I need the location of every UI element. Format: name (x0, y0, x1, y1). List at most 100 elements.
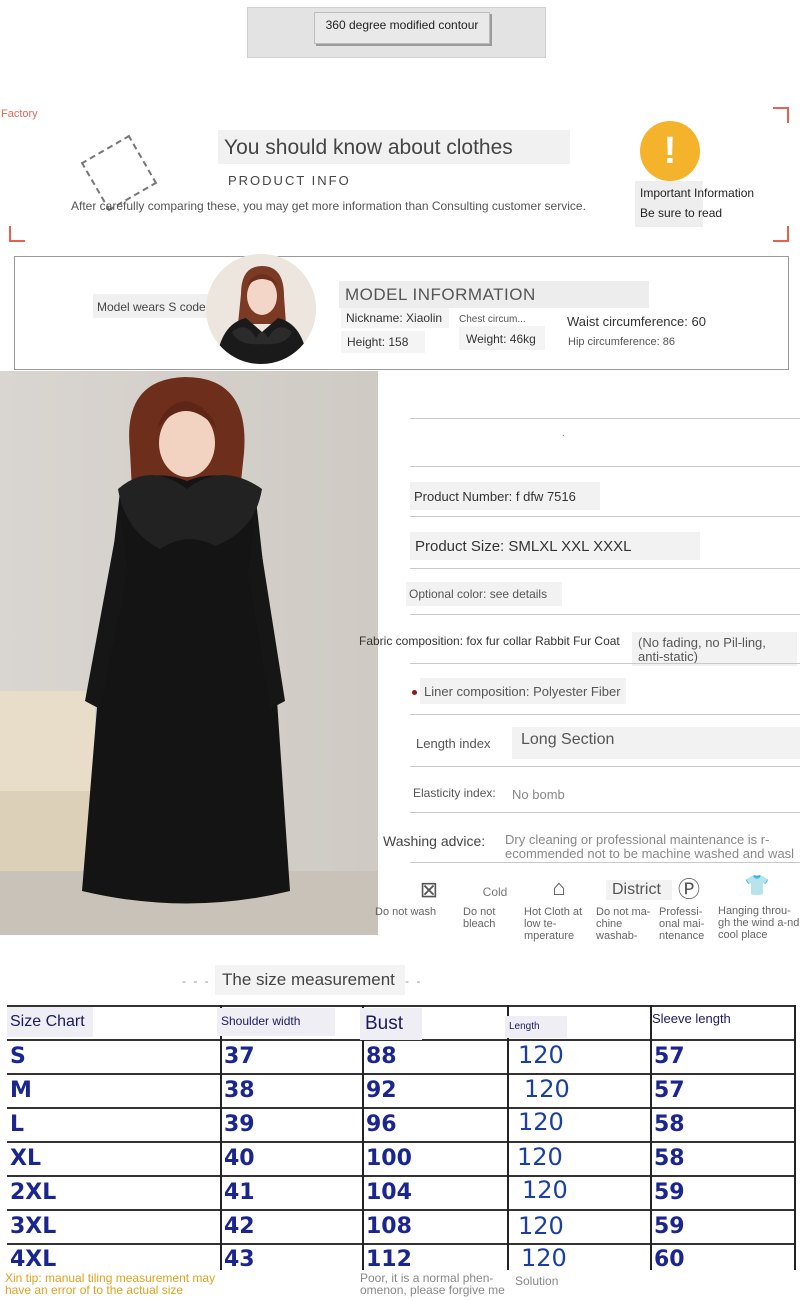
washing-advice-label: Washing advice: (383, 833, 486, 849)
table-rule (7, 1107, 795, 1109)
shoulder-cell: 40 (224, 1146, 255, 1171)
care-label: Professi-onal mai-ntenance (659, 906, 705, 942)
sleeve-cell: 58 (654, 1146, 685, 1171)
care-label: Do not wash (375, 906, 437, 918)
model-information-title: MODEL INFORMATION (345, 285, 536, 304)
sleeve-cell: 59 (654, 1180, 685, 1205)
model-chest: Chest circum... (459, 314, 526, 325)
size-cell: XL (10, 1146, 41, 1171)
sleeve-cell: 60 (654, 1247, 685, 1272)
model-wears-label: Model wears S code (97, 300, 206, 314)
solution-label: Solution (515, 1274, 559, 1288)
length-cell: 120 (518, 1041, 564, 1069)
spec-divider (410, 614, 800, 615)
product-size: Product Size: SMLXL XXL XXXL (415, 538, 632, 555)
spec-divider (410, 516, 800, 517)
size-cell: M (10, 1078, 32, 1103)
model-avatar (206, 254, 316, 364)
model-nickname: Nickname: Xiaolin (346, 311, 443, 325)
table-rule (7, 1209, 795, 1211)
shoulder-cell: 38 (224, 1078, 255, 1103)
size-cell: 4XL (10, 1247, 57, 1272)
size-chart-header: Size Chart (10, 1013, 85, 1030)
length-index-label: Length index (416, 736, 491, 751)
bullet-icon (412, 690, 417, 695)
product-number: Product Number: f dfw 7516 (414, 489, 576, 504)
iron-icon: ⌂ (552, 875, 566, 900)
shoulder-cell: 43 (224, 1247, 255, 1272)
spec-divider (410, 663, 800, 664)
care-label: Hot Cloth at low te-mperature (524, 906, 583, 942)
bust-cell: 96 (366, 1112, 397, 1137)
bust-cell: 108 (366, 1214, 412, 1239)
sleeve-cell: 58 (654, 1112, 685, 1137)
length-cell: 120 (524, 1075, 570, 1103)
spec-divider (410, 466, 800, 467)
contour-button[interactable]: 360 degree modified contour (314, 12, 490, 44)
table-column-rule (220, 1005, 222, 1270)
corner-bracket-bottom-left (9, 226, 25, 242)
no-bleach-icon: Cold (482, 885, 508, 899)
fabric-composition: Fabric composition: fox fur collar Rabbi… (359, 634, 620, 648)
shoulder-cell: 41 (224, 1180, 255, 1205)
table-column-rule (650, 1005, 652, 1270)
comparison-note: After carefully comparing these, you may… (71, 199, 586, 213)
know-title: You should know about clothes (224, 136, 513, 159)
spec-divider (410, 714, 800, 715)
table-rule (7, 1175, 795, 1177)
bust-header: Bust (365, 1013, 404, 1034)
no-wash-icon: ⊠ (419, 877, 439, 902)
model-weight: Weight: 46kg (466, 332, 536, 346)
length-cell: 120 (522, 1176, 568, 1204)
coat-product-photo (0, 371, 378, 935)
optional-color: Optional color: see details (409, 587, 548, 601)
table-column-rule (362, 1005, 364, 1270)
bust-cell: 112 (366, 1247, 412, 1272)
sleeve-cell: 57 (654, 1044, 685, 1069)
warning-icon: ! (640, 121, 700, 181)
table-column-rule (507, 1005, 509, 1270)
washing-advice-value: Dry cleaning or professional maintenance… (505, 833, 795, 861)
model-hip: Hip circumference: 86 (568, 336, 675, 348)
title-dash-right: - - (405, 974, 423, 988)
size-cell: S (10, 1044, 26, 1069)
table-column-rule (794, 1005, 796, 1270)
be-sure-to-read-label: Be sure to read (640, 206, 723, 220)
table-rule (7, 1141, 795, 1143)
spec-divider (410, 812, 800, 813)
size-cell: 3XL (10, 1214, 57, 1239)
size-cell: 2XL (10, 1180, 57, 1205)
shoulder-cell: 39 (224, 1112, 255, 1137)
table-rule (7, 1243, 795, 1245)
liner-composition: Liner composition: Polyester Fiber (424, 684, 621, 699)
corner-bracket-top-right (773, 107, 789, 123)
shoulder-width-header: Shoulder width (221, 1014, 301, 1028)
no-machine-wash-icon: District (606, 880, 672, 900)
professional-care-icon: Ⓟ (677, 877, 700, 902)
fabric-note: (No fading, no Pil-ling, anti-static) (638, 635, 766, 664)
length-index-value: Long Section (521, 731, 615, 748)
sleeve-length-header: Sleeve length (652, 1011, 731, 1026)
spec-divider (410, 766, 800, 767)
bust-cell: 92 (366, 1078, 397, 1103)
measurement-tip: Xin tip: manual tiling measurement may h… (5, 1271, 216, 1297)
bust-cell: 88 (366, 1044, 397, 1069)
length-cell: 120 (518, 1212, 564, 1240)
corner-bracket-bottom-right (773, 226, 789, 242)
important-information-label: Important Information (640, 186, 755, 200)
bust-cell: 104 (366, 1180, 412, 1205)
length-header: Length (509, 1021, 540, 1032)
spec-dot: . (562, 428, 565, 439)
bust-cell: 100 (366, 1146, 412, 1171)
hang-dry-icon: 👕 (744, 875, 770, 897)
size-cell: L (10, 1112, 25, 1137)
size-measurement-title: The size measurement (222, 970, 395, 989)
spec-divider (410, 568, 800, 569)
elasticity-value: No bomb (512, 787, 565, 802)
model-waist: Waist circumference: 60 (567, 314, 706, 329)
spec-divider (410, 418, 800, 419)
shoulder-cell: 37 (224, 1044, 255, 1069)
measurement-apology: Poor, it is a normal phen-omenon, please… (360, 1271, 505, 1297)
length-cell: 120 (517, 1143, 563, 1171)
factory-label: Factory (1, 108, 38, 120)
